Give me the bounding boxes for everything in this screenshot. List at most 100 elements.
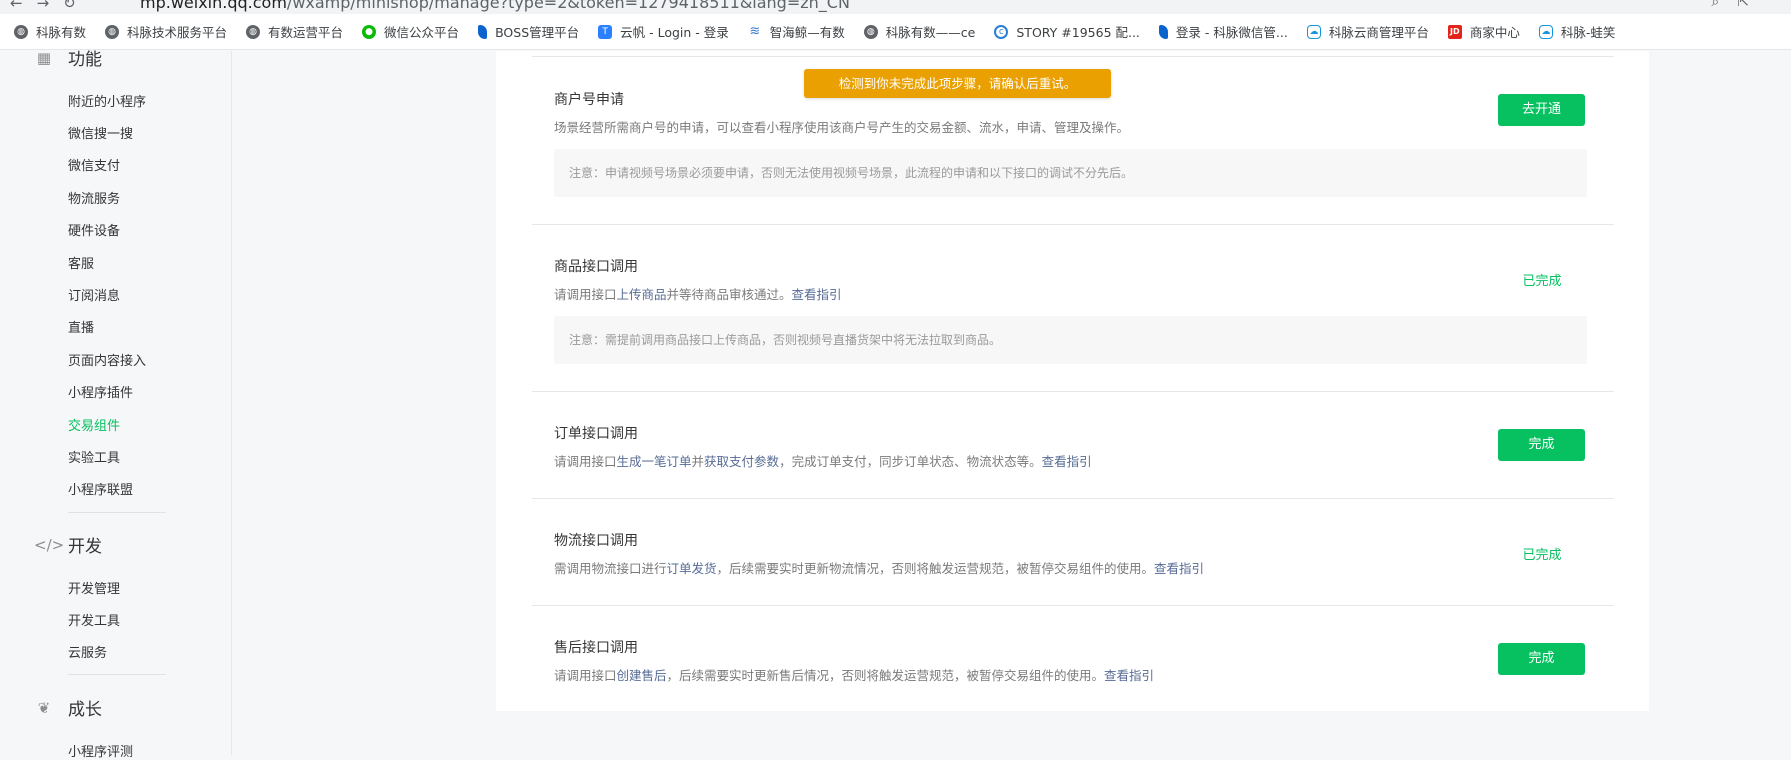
- guide-link[interactable]: 查看指引: [1042, 454, 1092, 469]
- bookmark-label: 微信公众平台: [384, 25, 460, 40]
- row-divider: [532, 224, 1614, 225]
- step-desc: 场景经营所需商户号的申请，可以查看小程序使用该商户号产生的交易金额、流水，申请、…: [554, 120, 1130, 135]
- step-note: 注意：需提前调用商品接口上传商品，否则视频号直播货架中将无法拉取到商品。: [554, 316, 1587, 364]
- sidebar-item-alliance[interactable]: 小程序联盟: [68, 479, 133, 498]
- globe-icon: ◍: [246, 24, 261, 39]
- sprout-icon: ❦: [37, 698, 51, 717]
- sidebar-divider: [68, 512, 166, 513]
- bookmark-item[interactable]: ◍ 科脉有数: [14, 22, 86, 41]
- step-desc: 请调用接口创建售后，后续需要实时更新售后情况，否则将触发运营规范，被暂停交易组件…: [554, 668, 1155, 683]
- bookmark-item[interactable]: ◍ 有数运营平台: [246, 22, 343, 41]
- section-label: 成长: [68, 700, 102, 720]
- status-completed: 已完成: [1522, 274, 1562, 289]
- url-path: /wxamp/minishop/manage?type=2&token=1279…: [286, 0, 850, 12]
- api-link[interactable]: 获取支付参数: [704, 454, 779, 469]
- row-divider: [532, 56, 1614, 57]
- address-bar[interactable]: mp.weixin.qq.com/wxamp/minishop/manage?t…: [140, 0, 850, 12]
- step-title: 物流接口调用: [554, 533, 638, 549]
- api-link[interactable]: 创建售后: [617, 668, 667, 683]
- bookmark-item[interactable]: c STORY #19565 配...: [994, 22, 1140, 41]
- step-title: 售后接口调用: [554, 640, 638, 656]
- section-dev[interactable]: </> 开发: [34, 532, 102, 558]
- sidebar-item-live[interactable]: 直播: [68, 317, 94, 336]
- fish-icon: ≋: [747, 24, 762, 39]
- bookmark-label: BOSS管理平台: [495, 25, 580, 40]
- open-merchant-button[interactable]: 去开通: [1498, 94, 1585, 126]
- sidebar-item-trade[interactable]: 交易组件: [68, 415, 120, 434]
- toolbar-icons[interactable]: ⌕⇱: [1711, 0, 1767, 10]
- guide-link[interactable]: 查看指引: [1104, 668, 1154, 683]
- bookmark-label: 科脉技术服务平台: [127, 25, 228, 40]
- bookmark-label: 智海鲸—有数: [769, 25, 845, 40]
- steps-panel: 商户号申请 场景经营所需商户号的申请，可以查看小程序使用该商户号产生的交易金额、…: [496, 51, 1649, 711]
- bookmarks-bar: ◍ 科脉有数 ◍ 科脉技术服务平台 ◍ 有数运营平台 ● 微信公众平台 BOSS管理平台…: [0, 14, 1791, 50]
- api-link[interactable]: 订单发货: [667, 561, 717, 576]
- bookmark-item[interactable]: ☁ 科脉-蛙笑: [1538, 22, 1616, 41]
- jd-icon: JD: [1447, 24, 1462, 39]
- step-note: 注意：申请视频号场景必须要申请，否则无法使用视频号场景，此流程的申请和以下接口的…: [554, 149, 1587, 197]
- sidebar-item-nearby[interactable]: 附近的小程序: [68, 91, 146, 110]
- complete-button[interactable]: 完成: [1498, 429, 1585, 461]
- browser-toolbar: ←→↻ mp.weixin.qq.com/wxamp/minishop/mana…: [0, 0, 1791, 14]
- sidebar-item-cloud[interactable]: 云服务: [68, 642, 107, 661]
- bookmark-label: 科脉有数: [36, 25, 87, 40]
- step-title: 商户号申请: [554, 92, 624, 108]
- bookmark-item[interactable]: 登录 - 科脉微信管...: [1158, 22, 1288, 41]
- api-link[interactable]: 上传商品: [617, 287, 667, 302]
- section-label: 开发: [68, 537, 102, 557]
- bookmark-item[interactable]: ◍ 科脉技术服务平台: [105, 22, 227, 41]
- guide-link[interactable]: 查看指引: [792, 287, 842, 302]
- complete-button[interactable]: 完成: [1498, 643, 1585, 675]
- sidebar-item-content[interactable]: 页面内容接入: [68, 350, 146, 369]
- sidebar-item-pay[interactable]: 微信支付: [68, 155, 120, 174]
- sidebar-item-subscribe[interactable]: 订阅消息: [68, 285, 120, 304]
- step-desc: 请调用接口上传商品并等待商品审核通过。查看指引: [554, 287, 842, 302]
- sidebar-item-devmanage[interactable]: 开发管理: [68, 578, 120, 597]
- row-divider: [532, 391, 1614, 392]
- bookmark-label: 商家中心: [1469, 25, 1520, 40]
- sidebar-item-logistics[interactable]: 物流服务: [68, 188, 120, 207]
- api-link[interactable]: 生成一笔订单: [617, 454, 692, 469]
- section-function[interactable]: ▦ 功能: [34, 45, 102, 71]
- section-label: 功能: [68, 50, 102, 70]
- step-desc: 需调用物流接口进行订单发货，后续需要实时更新物流情况，否则将触发运营规范，被暂停…: [554, 561, 1205, 576]
- bookmark-label: 云帆 - Login - 登录: [620, 25, 729, 40]
- sidebar-item-service[interactable]: 客服: [68, 253, 94, 272]
- cloud-icon: ☁: [1306, 24, 1321, 39]
- bookmark-label: 科脉-蛙笑: [1560, 25, 1616, 40]
- bookmark-item[interactable]: ◍ 科脉有数——ce: [863, 22, 976, 41]
- globe-icon: ◍: [105, 24, 120, 39]
- sidebar-divider: [68, 674, 166, 675]
- url-host: mp.weixin.qq.com: [140, 0, 287, 12]
- status-completed: 已完成: [1522, 548, 1562, 563]
- bookmark-label: 科脉云商管理平台: [1328, 25, 1429, 40]
- step-title: 商品接口调用: [554, 259, 638, 275]
- globe-icon: ◍: [14, 24, 28, 39]
- nav-buttons[interactable]: ←→↻: [10, 0, 90, 12]
- bookmark-item[interactable]: ☁ 科脉云商管理平台: [1306, 22, 1429, 41]
- step-desc: 请调用接口生成一笔订单并获取支付参数，完成订单支付，同步订单状态、物流状态等。查…: [554, 454, 1092, 469]
- section-growth[interactable]: ❦ 成长: [34, 695, 102, 721]
- bookmark-item[interactable]: ● 微信公众平台: [362, 22, 459, 41]
- bookmark-item[interactable]: ≋ 智海鲸—有数: [747, 22, 845, 41]
- row-divider: [532, 498, 1614, 499]
- sidebar-item-plugin[interactable]: 小程序插件: [68, 382, 133, 401]
- sidebar-item-lab[interactable]: 实验工具: [68, 447, 120, 466]
- story-icon: c: [994, 24, 1009, 39]
- boss-icon: [478, 24, 488, 39]
- guide-link[interactable]: 查看指引: [1154, 561, 1204, 576]
- boss-icon: [1158, 24, 1168, 39]
- bookmark-item[interactable]: JD 商家中心: [1447, 22, 1520, 41]
- sidebar: ▦ 功能 附近的小程序 微信搜一搜 微信支付 物流服务 硬件设备 客服 订阅消息…: [0, 49, 232, 760]
- step-title: 订单接口调用: [554, 426, 638, 442]
- grid-icon: ▦: [36, 48, 52, 67]
- bookmark-label: 有数运营平台: [268, 25, 344, 40]
- globe-icon: ◍: [863, 24, 878, 39]
- bookmark-label: 科脉有数——ce: [885, 25, 976, 40]
- sidebar-item-devtools[interactable]: 开发工具: [68, 610, 120, 629]
- bookmark-item[interactable]: T 云帆 - Login - 登录: [598, 22, 729, 41]
- bookmark-item[interactable]: BOSS管理平台: [478, 22, 579, 41]
- sidebar-item-hardware[interactable]: 硬件设备: [68, 220, 120, 239]
- sidebar-item-evaluate[interactable]: 小程序评测: [68, 741, 133, 760]
- sidebar-item-search[interactable]: 微信搜一搜: [68, 123, 133, 142]
